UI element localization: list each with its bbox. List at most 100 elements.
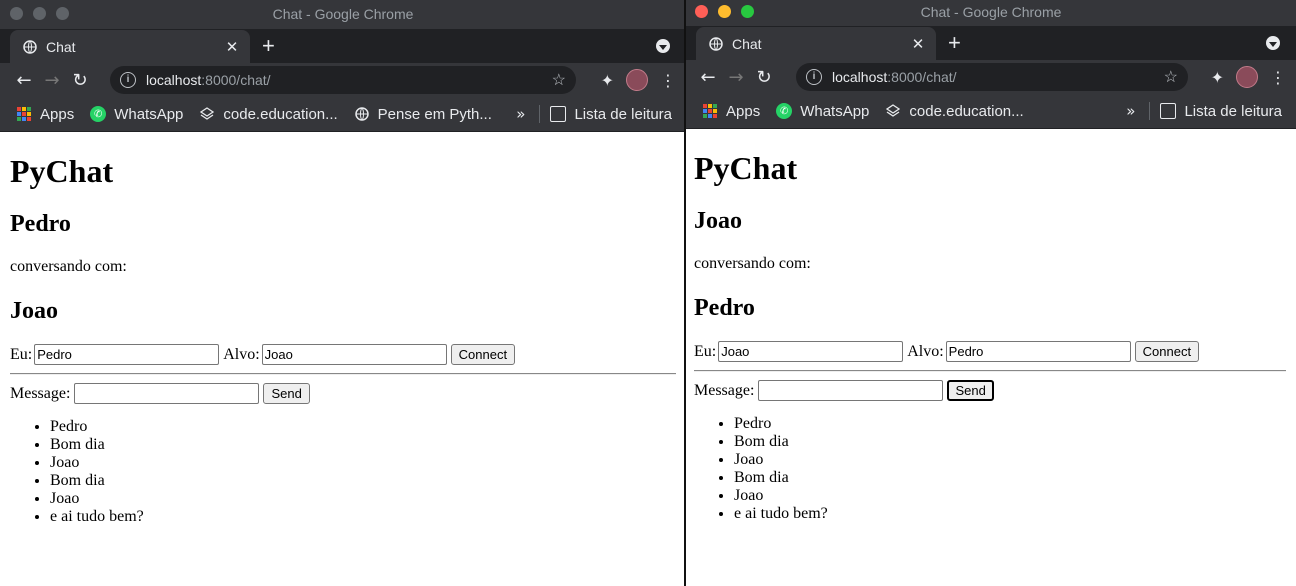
menu-icon[interactable]: ⋮ <box>660 71 676 90</box>
extensions-icon[interactable]: ✦ <box>601 71 614 90</box>
page-title: PyChat <box>694 150 798 186</box>
address-bar[interactable]: i localhost:8000/chat/ ☆ <box>796 63 1188 91</box>
tab-title: Chat <box>732 35 762 52</box>
connect-form: Eu: Alvo: Connect <box>10 344 676 365</box>
message-label: Message: <box>694 381 755 399</box>
message-list: Pedro Bom dia Joao Bom dia Joao e ai tud… <box>694 415 1286 523</box>
browser-toolbar: ← → ↻ i localhost:8000/chat/ ☆ ✦ ⋮ <box>0 63 686 97</box>
tab-search-icon[interactable] <box>1266 36 1280 50</box>
eu-input[interactable] <box>34 344 220 365</box>
reading-list-icon <box>1160 103 1177 119</box>
window-title: Chat - Google Chrome <box>920 4 1062 20</box>
eu-label: Eu: <box>694 342 717 360</box>
tab-strip: Chat ✕ + <box>686 26 1296 60</box>
send-button[interactable]: Send <box>263 383 310 404</box>
talking-with-label: conversando com: <box>694 255 811 272</box>
list-item: Bom dia <box>734 433 1286 451</box>
layers-icon <box>199 106 215 122</box>
bookmark-whatsapp[interactable]: ✆ WhatsApp <box>776 103 869 120</box>
toolbar-actions: ✦ ⋮ <box>601 63 676 97</box>
talking-with-label: conversando com: <box>10 258 127 275</box>
extensions-icon[interactable]: ✦ <box>1211 68 1224 87</box>
list-item: Joao <box>734 451 1286 469</box>
message-input[interactable] <box>758 380 944 401</box>
title-bar: Chat - Google Chrome <box>0 0 686 29</box>
bookmark-label: WhatsApp <box>800 102 870 120</box>
reading-list-button[interactable]: Lista de leitura <box>1184 103 1282 120</box>
send-button[interactable]: Send <box>947 380 994 401</box>
reload-icon[interactable]: ↻ <box>66 70 94 91</box>
list-item: e ai tudo bem? <box>734 505 1286 523</box>
forward-icon[interactable]: → <box>38 70 66 91</box>
reading-list-button[interactable]: Lista de leitura <box>574 106 672 123</box>
forward-icon[interactable]: → <box>722 67 750 88</box>
list-item: e ai tudo bem? <box>50 508 676 526</box>
divider <box>1149 102 1151 120</box>
message-label: Message: <box>10 384 71 402</box>
whatsapp-icon: ✆ <box>90 106 107 122</box>
bookmarks-bar: Apps ✆ WhatsApp code.education... Pense … <box>0 97 686 132</box>
profile-avatar[interactable] <box>626 69 648 91</box>
profile-avatar[interactable] <box>1236 66 1258 88</box>
connect-button[interactable]: Connect <box>1134 341 1200 362</box>
browser-window-right: Chat - Google Chrome Chat ✕ + ← → ↻ i lo… <box>686 0 1296 586</box>
target-user-heading: Joao <box>10 298 58 324</box>
target-user-heading: Pedro <box>694 295 755 321</box>
divider <box>539 105 541 123</box>
browser-window-left: Chat - Google Chrome Chat ✕ + ← → ↻ i lo… <box>0 0 686 586</box>
tab-strip: Chat ✕ + <box>0 29 686 63</box>
close-tab-icon[interactable]: ✕ <box>224 38 240 56</box>
bookmark-label: code.education... <box>223 105 338 123</box>
alvo-label: Alvo: <box>223 345 260 363</box>
bookmarks-bar: Apps ✆ WhatsApp code.education... » List… <box>686 94 1296 129</box>
menu-icon[interactable]: ⋮ <box>1270 68 1286 87</box>
bookmark-whatsapp[interactable]: ✆ WhatsApp <box>90 106 183 123</box>
close-tab-icon[interactable]: ✕ <box>910 35 926 53</box>
current-user-heading: Joao <box>694 208 742 234</box>
bookmark-label: Apps <box>40 105 75 123</box>
alvo-input[interactable] <box>261 344 447 365</box>
alvo-input[interactable] <box>945 341 1131 362</box>
globe-icon <box>354 106 370 122</box>
bookmark-label: code.education... <box>909 102 1024 120</box>
browser-toolbar: ← → ↻ i localhost:8000/chat/ ☆ ✦ ⋮ <box>686 60 1296 94</box>
list-item: Joao <box>50 454 676 472</box>
site-info-icon[interactable]: i <box>120 72 136 88</box>
message-input[interactable] <box>74 383 260 404</box>
new-tab-icon[interactable]: + <box>262 35 275 57</box>
tab-chat[interactable]: Chat ✕ <box>10 30 250 63</box>
bookmark-pense-em-python[interactable]: Pense em Pyth... <box>354 106 492 123</box>
more-bookmarks-icon[interactable]: » <box>516 105 525 123</box>
address-bar[interactable]: i localhost:8000/chat/ ☆ <box>110 66 576 94</box>
reload-icon[interactable]: ↻ <box>750 67 778 88</box>
tab-chat[interactable]: Chat ✕ <box>696 27 936 60</box>
url-path: :8000/chat/ <box>201 72 271 88</box>
connect-form: Eu: Alvo: Connect <box>694 341 1286 362</box>
apps-grid-icon <box>16 106 32 122</box>
bookmark-star-icon[interactable]: ☆ <box>552 70 566 90</box>
divider <box>694 370 1286 372</box>
eu-input[interactable] <box>718 341 904 362</box>
list-item: Joao <box>50 490 676 508</box>
bookmark-label: Pense em Pyth... <box>377 105 492 123</box>
site-info-icon[interactable]: i <box>806 69 822 85</box>
more-bookmarks-icon[interactable]: » <box>1126 102 1135 120</box>
url-host: localhost <box>832 69 888 85</box>
back-icon[interactable]: ← <box>10 70 38 91</box>
tab-search-icon[interactable] <box>656 39 670 53</box>
connect-button[interactable]: Connect <box>450 344 516 365</box>
divider <box>10 373 676 375</box>
bookmark-code-education[interactable]: code.education... <box>885 102 1024 120</box>
bookmark-code-education[interactable]: code.education... <box>199 105 338 123</box>
list-item: Bom dia <box>50 436 676 454</box>
toolbar-actions: ✦ ⋮ <box>1211 60 1286 94</box>
whatsapp-icon: ✆ <box>776 103 793 119</box>
layers-icon <box>885 103 901 119</box>
bookmark-label: WhatsApp <box>114 105 184 123</box>
new-tab-icon[interactable]: + <box>948 32 961 54</box>
bookmark-apps[interactable]: Apps <box>702 103 760 120</box>
alvo-label: Alvo: <box>907 342 944 360</box>
bookmark-apps[interactable]: Apps <box>16 106 74 123</box>
back-icon[interactable]: ← <box>694 67 722 88</box>
bookmark-star-icon[interactable]: ☆ <box>1164 67 1178 87</box>
